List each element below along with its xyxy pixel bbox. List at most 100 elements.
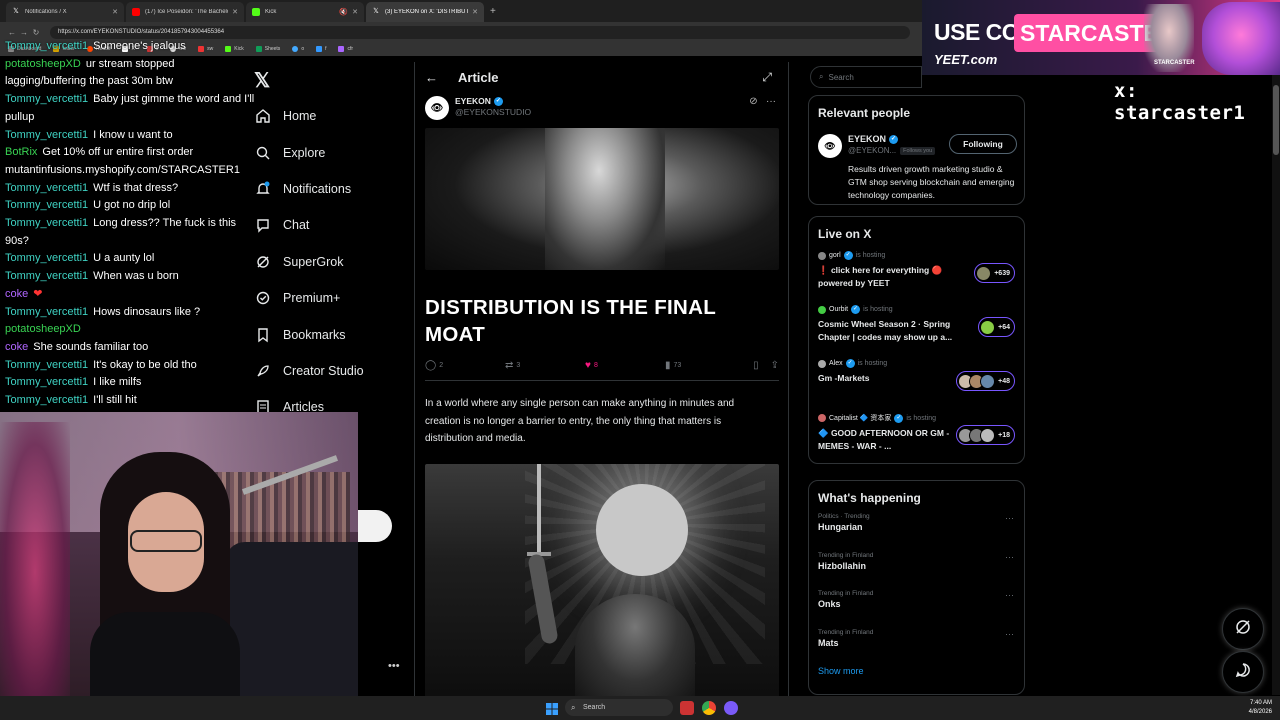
trend-item[interactable]: Trending in Finland Onks ···: [809, 584, 1024, 623]
chat-username[interactable]: Tommy_vercetti1: [5, 93, 88, 105]
chat-username[interactable]: coke: [5, 341, 28, 353]
trend-item[interactable]: Trending in Finland Hizbollahin ···: [809, 546, 1024, 585]
bookmark-icon[interactable]: ▯: [753, 360, 759, 371]
scrollbar-thumb[interactable]: [1273, 85, 1279, 155]
taskbar-search[interactable]: ⌕ Search: [565, 699, 673, 716]
live-item[interactable]: Ourbit ✓ is hosting Cosmic Wheel Season 2 …: [809, 299, 1024, 353]
repost-button[interactable]: ⇄ 3: [505, 360, 585, 371]
app-icon[interactable]: [680, 701, 694, 715]
back-arrow-icon[interactable]: ←: [425, 70, 438, 85]
search-icon: ⌕: [819, 72, 824, 81]
show-more-link[interactable]: Show more: [809, 662, 1024, 676]
nav-item-creator-studio[interactable]: Creator Studio: [254, 353, 414, 389]
live-item[interactable]: Capitalist 🔷 资本家 ✓ is hosting 🔷 GOOD AFTER…: [809, 407, 1024, 461]
nav-item-bookmarks[interactable]: Bookmarks: [254, 316, 414, 352]
close-tab-icon[interactable]: ✕: [232, 8, 238, 16]
live-item[interactable]: Alex ✓ is hosting Gm -Markets +48: [809, 353, 1024, 407]
chat-username[interactable]: Tommy_vercetti1: [5, 129, 88, 141]
chrome-icon[interactable]: [702, 701, 716, 715]
banner-starcaster-label: STARCASTER: [1154, 60, 1195, 66]
expand-icon[interactable]: ⤢: [762, 70, 772, 85]
more-icon[interactable]: ···: [1005, 513, 1014, 523]
nav-item-home[interactable]: Home: [254, 98, 414, 134]
grok-icon[interactable]: ⊘: [749, 96, 757, 107]
host-avatar: [818, 414, 826, 422]
back-arrow-icon[interactable]: ←: [6, 28, 18, 37]
search-input[interactable]: ⌕ Search: [810, 66, 922, 88]
nav-item-chat[interactable]: Chat: [254, 207, 414, 243]
forward-arrow-icon[interactable]: →: [18, 28, 30, 37]
nav-label: Creator Studio: [283, 363, 364, 378]
nav-item-explore[interactable]: Explore: [254, 134, 414, 170]
trend-item[interactable]: Politics · Trending Hungarian ···: [809, 507, 1024, 546]
chat-username[interactable]: Tommy_vercetti1: [5, 199, 88, 211]
chat-message: Tommy_vercetti1 I know u want to: [0, 127, 256, 145]
whats-happening-card: What's happening Politics · Trending Hun…: [808, 480, 1025, 695]
trend-context: Trending in Finland: [818, 551, 874, 559]
more-icon[interactable]: ···: [1005, 629, 1014, 639]
chat-username[interactable]: coke: [5, 288, 28, 300]
trend-item[interactable]: Trending in Finland Mats ···: [809, 623, 1024, 662]
avatar[interactable]: 👁: [818, 134, 842, 158]
chat-message: Tommy_vercetti1 Hows dinosaurs like ?: [0, 304, 256, 322]
bookmark[interactable]: Sheets: [255, 46, 280, 52]
nav-item-supergrok[interactable]: SuperGrok: [254, 244, 414, 280]
verified-badge-icon: ✓: [889, 134, 899, 144]
live-item[interactable]: gorl ✓ is hosting ❗ click here for everyth…: [809, 245, 1024, 299]
windows-start-icon[interactable]: [546, 702, 558, 715]
chat-username[interactable]: Tommy_vercetti1: [5, 252, 88, 264]
app-icon[interactable]: [724, 701, 738, 715]
bookmark[interactable]: cfr: [338, 46, 353, 52]
reload-icon[interactable]: ↻: [30, 28, 42, 37]
url-field[interactable]: https://x.com/EYEKONSTUDIO/status/204185…: [50, 25, 910, 39]
bookmark[interactable]: f: [316, 46, 326, 52]
nav-item-premium[interactable]: Premium+: [254, 280, 414, 316]
browser-tab[interactable]: Kick 🔇 ✕: [246, 2, 364, 22]
person-handle: @EYEKON...: [848, 146, 897, 155]
reply-button[interactable]: ◯ 2: [425, 360, 505, 371]
browser-tab[interactable]: 𝕏 Notifications / X ✕: [6, 2, 124, 22]
banner-yeet-logo: YEET.com: [934, 52, 998, 67]
account-more-icon[interactable]: •••: [388, 660, 400, 672]
close-tab-icon[interactable]: ✕: [352, 8, 358, 16]
chat-username[interactable]: Tommy_vercetti1: [5, 359, 88, 371]
chat-username[interactable]: BotRix: [5, 146, 37, 158]
page-scrollbar[interactable]: [1272, 75, 1280, 695]
chat-username[interactable]: Tommy_vercetti1: [5, 394, 88, 406]
chat-username[interactable]: Tommy_vercetti1: [5, 182, 88, 194]
close-tab-icon[interactable]: ✕: [112, 8, 118, 16]
browser-tab[interactable]: (17) Ice Poseidon: 'The Bachelo... ✕: [126, 2, 244, 22]
chat-username[interactable]: Tommy_vercetti1: [5, 40, 88, 52]
article-author[interactable]: 👁 EYEKON ✓ @EYEKONSTUDIO: [425, 96, 531, 120]
chat-username[interactable]: Tommy_vercetti1: [5, 217, 88, 229]
mute-tab-icon[interactable]: 🔇: [339, 8, 348, 16]
following-button[interactable]: Following: [949, 134, 1017, 154]
chat-message: coke ❤: [0, 286, 256, 304]
more-icon[interactable]: ···: [1005, 590, 1014, 600]
new-tab-button[interactable]: +: [490, 2, 496, 22]
close-tab-icon[interactable]: ✕: [472, 8, 478, 16]
chat-username[interactable]: potatosheepXD: [5, 323, 81, 335]
browser-tab-active[interactable]: 𝕏 (3) EYEKON on X: 'DISTRIBUTIO... ✕: [366, 2, 484, 22]
chat-text: U a aunty lol: [93, 252, 155, 265]
more-icon[interactable]: ···: [766, 96, 776, 107]
more-icon[interactable]: ···: [1005, 552, 1014, 562]
chat-username[interactable]: Tommy_vercetti1: [5, 376, 88, 388]
chat-message: Tommy_vercetti1 I like milfs: [0, 374, 256, 392]
nav-item-notifications[interactable]: Notifications: [254, 171, 414, 207]
grok-fab-button[interactable]: [1222, 608, 1264, 650]
views-button[interactable]: ▮ 73: [665, 360, 745, 371]
chat-username[interactable]: Tommy_vercetti1: [5, 306, 88, 318]
bookmark[interactable]: o: [292, 46, 304, 52]
x-logo-icon[interactable]: 𝕏: [254, 68, 270, 93]
share-icon[interactable]: ⇪: [771, 360, 779, 371]
like-button[interactable]: ♥ 8: [585, 360, 665, 371]
chat-username[interactable]: potatosheepXD: [5, 58, 81, 70]
person-name[interactable]: EYEKON: [848, 134, 886, 144]
chat-username[interactable]: Tommy_vercetti1: [5, 270, 88, 282]
statue-image: [545, 128, 665, 270]
messages-fab-button[interactable]: [1222, 651, 1264, 693]
chat-message: Tommy_vercetti1 U got no drip lol: [0, 197, 256, 215]
search-placeholder: Search: [828, 72, 854, 82]
avatar[interactable]: 👁: [425, 96, 449, 120]
